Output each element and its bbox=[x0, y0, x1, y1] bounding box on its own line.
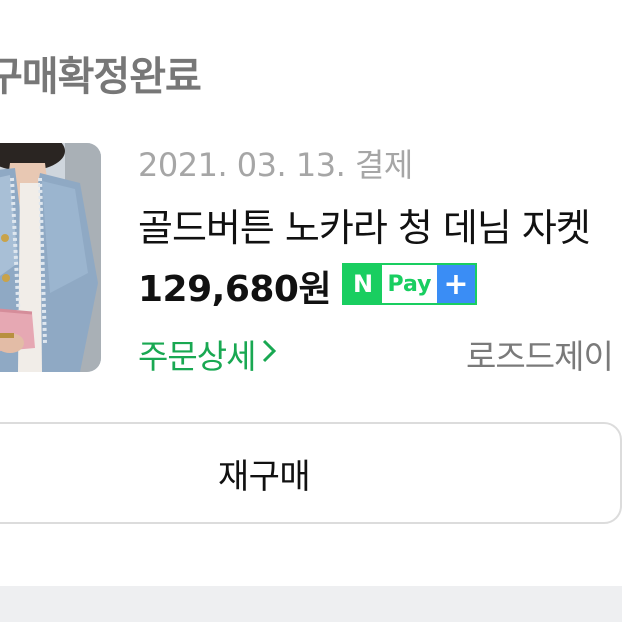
rebuy-button-label: 재구매 bbox=[217, 456, 311, 497]
rebuy-button[interactable]: 재구매 bbox=[0, 422, 622, 524]
order-status-title: 구매확정완료 bbox=[0, 54, 202, 100]
product-name[interactable]: 골드버튼 노카라 청 데님 자켓 bbox=[138, 197, 591, 252]
section-divider bbox=[0, 586, 622, 622]
npay-badge: N Pay + bbox=[342, 263, 477, 305]
product-thumbnail[interactable] bbox=[0, 143, 101, 372]
product-price: 129,680원 bbox=[138, 269, 332, 310]
order-detail-link[interactable]: 주문상세 bbox=[138, 330, 277, 378]
npay-plus-icon: + bbox=[437, 265, 475, 303]
npay-n-logo: N bbox=[344, 265, 382, 303]
npay-pay-label: Pay bbox=[387, 271, 432, 297]
seller-name[interactable]: 로즈드제이 bbox=[466, 330, 614, 378]
order-detail-label: 주문상세 bbox=[138, 337, 256, 376]
chevron-right-icon bbox=[261, 337, 277, 372]
payment-date: 2021. 03. 13. 결제 bbox=[138, 146, 413, 184]
